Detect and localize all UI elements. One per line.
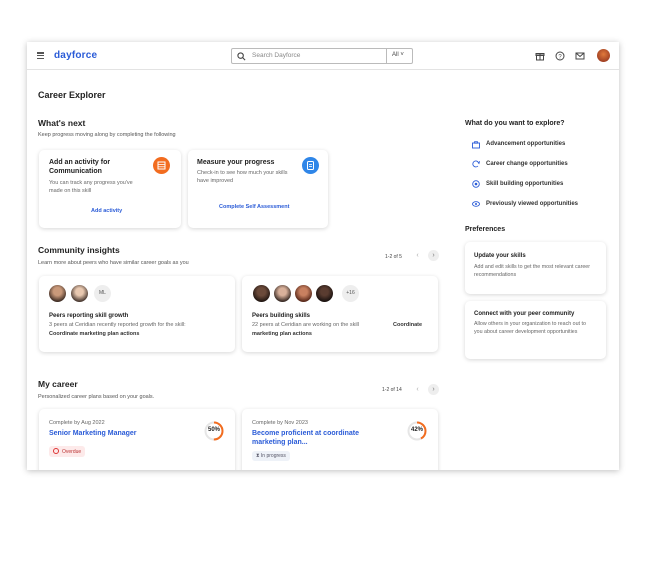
prev-page-icon[interactable]: ‹ bbox=[412, 384, 423, 395]
skill-name-start: Coordinate bbox=[393, 322, 423, 328]
status-badge: ⧗ In progress bbox=[252, 451, 290, 461]
card-description: Add and edit skills to get the most rele… bbox=[474, 264, 591, 278]
refresh-icon bbox=[472, 160, 480, 168]
community-insights-title: Community insights bbox=[38, 245, 120, 255]
user-avatar[interactable] bbox=[597, 49, 610, 62]
community-insights-subtitle: Learn more about peers who have similar … bbox=[38, 260, 189, 266]
warning-icon bbox=[53, 448, 59, 454]
card-description: 22 peers at Ceridian are working on the … bbox=[252, 322, 360, 328]
progress-ring: 42% bbox=[407, 421, 427, 441]
update-skills-card[interactable]: Update your skills Add and edit skills t… bbox=[465, 242, 606, 294]
mail-icon[interactable] bbox=[575, 51, 585, 61]
career-plan-card[interactable]: Complete by Aug 2022 Senior Marketing Ma… bbox=[39, 409, 235, 470]
explore-advancement-link[interactable]: Advancement opportunities bbox=[486, 141, 565, 147]
next-page-icon[interactable]: › bbox=[428, 384, 439, 395]
card-title: Peers building skills bbox=[252, 313, 311, 319]
top-bar: dayforce Search Dayforce All ˅ ? bbox=[27, 42, 619, 70]
prev-page-icon[interactable]: ‹ bbox=[412, 250, 423, 261]
explore-previously-viewed-link[interactable]: Previously viewed opportunities bbox=[486, 201, 578, 207]
more-peers-count: +16 bbox=[342, 285, 359, 302]
card-description: You can track any progress you've made o… bbox=[49, 180, 133, 194]
card-title: Update your skills bbox=[474, 253, 526, 259]
skill-name: marketing plan actions bbox=[252, 331, 312, 337]
status-label: In progress bbox=[260, 453, 286, 459]
peers-building-card[interactable]: +16 Peers building skills 22 peers at Ce… bbox=[242, 276, 438, 352]
plan-title-link-continued[interactable]: marketing plan... bbox=[252, 438, 308, 447]
card-description: Check-in to see how much your skills hav… bbox=[197, 170, 288, 184]
search-box[interactable]: Search Dayforce All ˅ bbox=[231, 48, 413, 64]
plan-title-link[interactable]: Senior Marketing Manager bbox=[49, 429, 137, 438]
explore-title: What do you want to explore? bbox=[465, 120, 565, 127]
brand-logo[interactable]: dayforce bbox=[54, 50, 97, 61]
card-title: Add an activity for Communication bbox=[49, 159, 111, 175]
app-window: dayforce Search Dayforce All ˅ ? Career … bbox=[27, 42, 619, 470]
search-input[interactable]: Search Dayforce bbox=[252, 52, 300, 59]
plan-title-link[interactable]: Become proficient at coordinate bbox=[252, 429, 359, 438]
card-description: Allow others in your organization to rea… bbox=[474, 321, 586, 335]
peer-initials-avatar: ML bbox=[94, 285, 111, 302]
search-scope-label: All bbox=[392, 52, 399, 58]
self-assessment-card[interactable]: Measure your progress Check-in to see ho… bbox=[188, 150, 328, 228]
page-title: Career Explorer bbox=[38, 90, 106, 100]
explore-skill-building-link[interactable]: Skill building opportunities bbox=[486, 181, 563, 187]
search-scope-select[interactable]: All ˅ bbox=[386, 49, 412, 63]
progress-percent: 50% bbox=[207, 427, 220, 433]
career-pager: 1-2 of 14 bbox=[382, 387, 402, 393]
add-activity-link[interactable]: Add activity bbox=[91, 208, 122, 214]
my-career-title: My career bbox=[38, 379, 78, 389]
next-page-icon[interactable]: › bbox=[428, 250, 439, 261]
search-icon bbox=[237, 52, 246, 61]
whats-next-subtitle: Keep progress moving along by completing… bbox=[38, 132, 176, 138]
hamburger-menu-icon[interactable] bbox=[37, 52, 44, 60]
card-description: 3 peers at Ceridian recently reported gr… bbox=[49, 322, 186, 328]
hourglass-icon: ⧗ bbox=[256, 453, 260, 459]
help-icon[interactable]: ? bbox=[555, 51, 565, 61]
whats-next-title: What's next bbox=[38, 118, 86, 128]
peer-avatar bbox=[274, 285, 291, 302]
eye-icon bbox=[472, 201, 480, 207]
peer-avatar bbox=[71, 285, 88, 302]
clipboard-badge-icon bbox=[302, 157, 319, 174]
card-title: Connect with your peer community bbox=[474, 311, 575, 317]
progress-percent: 42% bbox=[410, 427, 423, 433]
complete-self-assessment-link[interactable]: Complete Self Assessment bbox=[219, 204, 289, 210]
complete-by-date: Complete by Aug 2022 bbox=[49, 420, 105, 426]
status-badge: Overdue bbox=[49, 446, 86, 457]
activity-card[interactable]: Add an activity for Communication You ca… bbox=[39, 150, 181, 228]
card-title: Peers reporting skill growth bbox=[49, 313, 129, 319]
peer-avatar bbox=[253, 285, 270, 302]
community-pager: 1-2 of 5 bbox=[385, 254, 402, 260]
gift-icon[interactable] bbox=[535, 51, 545, 61]
peer-avatar bbox=[316, 285, 333, 302]
my-career-subtitle: Personalized career plans based on your … bbox=[38, 394, 155, 400]
peer-avatar bbox=[295, 285, 312, 302]
target-icon bbox=[472, 180, 480, 188]
progress-ring: 50% bbox=[204, 421, 224, 441]
peers-growth-card[interactable]: ML Peers reporting skill growth 3 peers … bbox=[39, 276, 235, 352]
card-title: Measure your progress bbox=[197, 159, 275, 166]
activity-badge-icon bbox=[153, 157, 170, 174]
chevron-down-icon: ˅ bbox=[400, 52, 404, 58]
status-label: Overdue bbox=[62, 449, 82, 455]
skill-name: Coordinate marketing plan actions bbox=[49, 331, 140, 337]
explore-career-change-link[interactable]: Career change opportunities bbox=[486, 161, 568, 167]
peer-avatar bbox=[49, 285, 66, 302]
complete-by-date: Complete by Nov 2023 bbox=[252, 420, 308, 426]
preferences-title: Preferences bbox=[465, 226, 506, 233]
career-plan-card[interactable]: Complete by Nov 2023 Become proficient a… bbox=[242, 409, 438, 470]
peer-community-card[interactable]: Connect with your peer community Allow o… bbox=[465, 301, 606, 359]
briefcase-icon bbox=[472, 141, 480, 149]
